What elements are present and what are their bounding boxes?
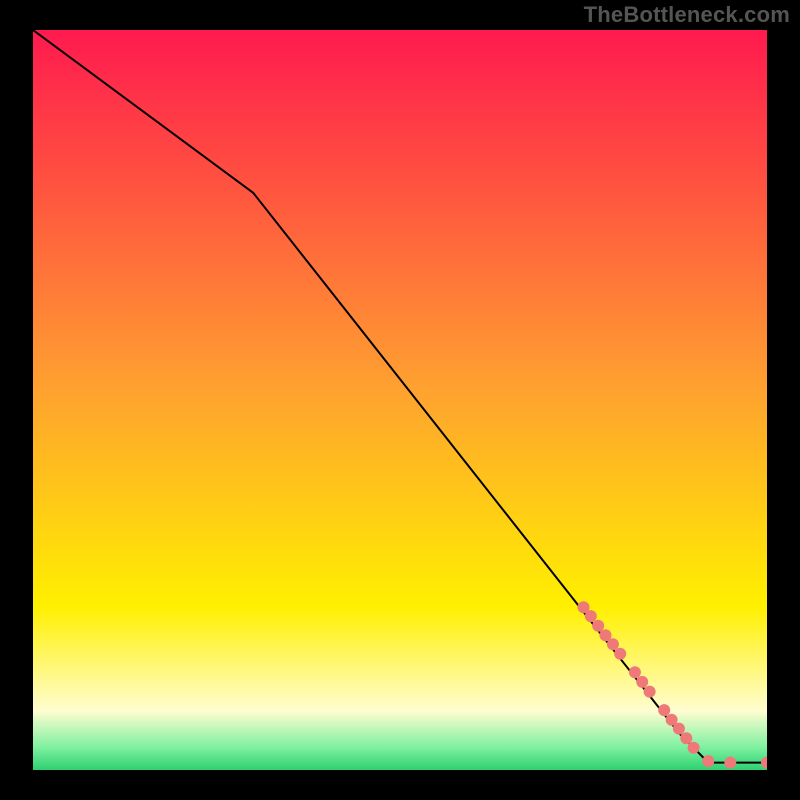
data-marker	[724, 757, 736, 769]
data-marker	[607, 638, 619, 650]
data-marker	[636, 676, 648, 688]
bottleneck-plot-svg	[33, 30, 767, 770]
gradient-background	[33, 30, 767, 770]
data-marker	[644, 686, 656, 698]
chart-frame: TheBottleneck.com	[0, 0, 800, 800]
data-marker	[673, 723, 685, 735]
data-marker	[702, 755, 714, 767]
data-marker	[629, 666, 641, 678]
data-marker	[658, 704, 670, 716]
plot-area	[33, 30, 767, 770]
attribution-label: TheBottleneck.com	[584, 2, 790, 28]
data-marker	[592, 620, 604, 632]
data-marker	[688, 742, 700, 754]
data-marker	[680, 732, 692, 744]
data-marker	[614, 648, 626, 660]
data-marker	[585, 610, 597, 622]
